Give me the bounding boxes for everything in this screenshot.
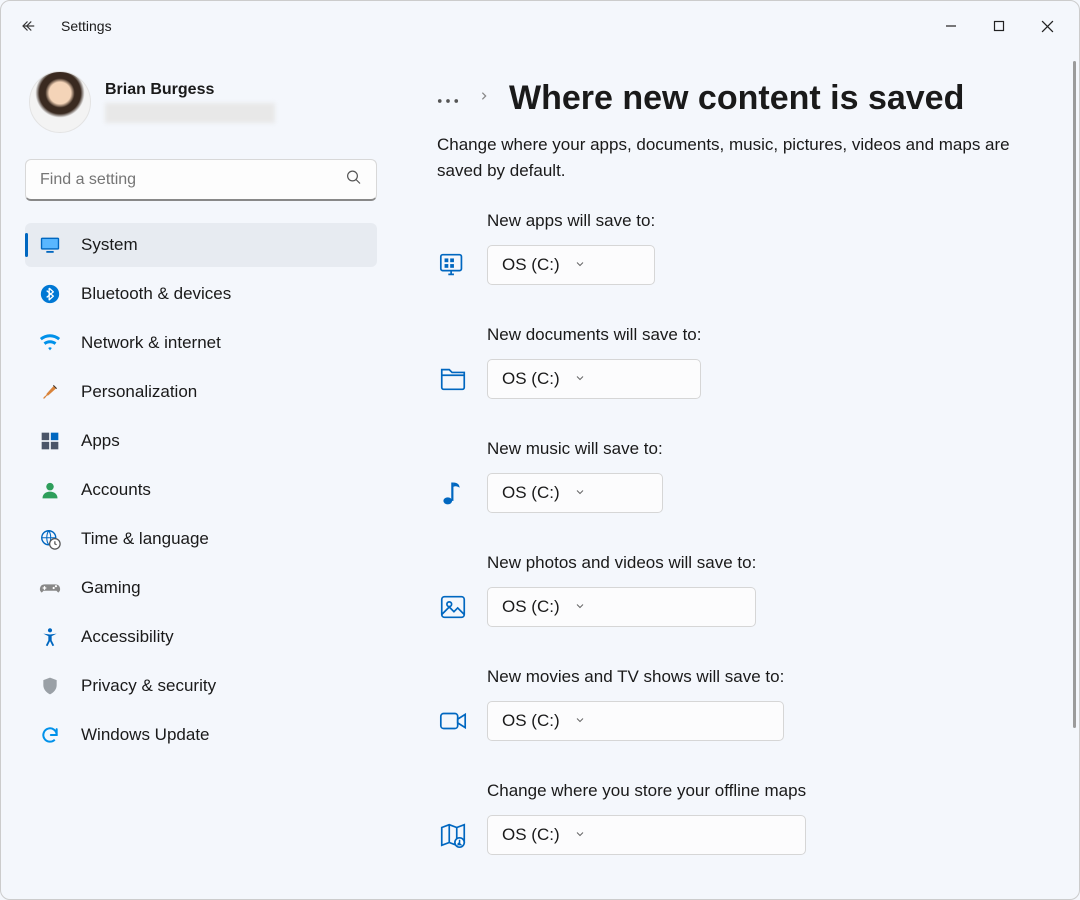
window-controls [927, 6, 1071, 46]
dropdown-value: OS (C:) [502, 483, 560, 503]
dropdown-value: OS (C:) [502, 597, 560, 617]
app-title: Settings [61, 18, 112, 34]
sidebar-item-label: Time & language [81, 529, 209, 549]
sidebar: Brian Burgess System Bluetooth & devi [1, 51, 391, 899]
sidebar-item-personalization[interactable]: Personalization [25, 370, 377, 414]
setting-label: Change where you store your offline maps [487, 781, 806, 801]
brush-icon [39, 381, 61, 403]
chevron-down-icon [574, 711, 586, 731]
shield-icon [39, 675, 61, 697]
chevron-down-icon [574, 483, 586, 503]
sidebar-item-apps[interactable]: Apps [25, 419, 377, 463]
chevron-down-icon [574, 369, 586, 389]
sidebar-item-label: Gaming [81, 578, 141, 598]
sidebar-item-bluetooth[interactable]: Bluetooth & devices [25, 272, 377, 316]
close-button[interactable] [1023, 6, 1071, 46]
search-input[interactable] [25, 159, 377, 201]
sidebar-item-label: Windows Update [81, 725, 210, 745]
photos-drive-dropdown[interactable]: OS (C:) [487, 587, 756, 627]
setting-music: New music will save to: OS (C:) [437, 439, 1033, 513]
dropdown-value: OS (C:) [502, 369, 560, 389]
maximize-icon [993, 20, 1005, 32]
page-title: Where new content is saved [509, 79, 964, 118]
dropdown-value: OS (C:) [502, 825, 560, 845]
breadcrumb-overflow-menu[interactable] [437, 87, 459, 111]
maps-drive-dropdown[interactable]: OS (C:) [487, 815, 806, 855]
sidebar-item-windows-update[interactable]: Windows Update [25, 713, 377, 757]
accessibility-icon [39, 626, 61, 648]
search-wrap [25, 159, 377, 201]
person-icon [39, 479, 61, 501]
sidebar-item-label: Personalization [81, 382, 197, 402]
setting-apps: New apps will save to: OS (C:) [437, 211, 1033, 285]
sidebar-nav: System Bluetooth & devices Network & int… [25, 223, 377, 757]
user-account-row[interactable]: Brian Burgess [25, 71, 377, 133]
sidebar-item-accessibility[interactable]: Accessibility [25, 615, 377, 659]
setting-label: New apps will save to: [487, 211, 655, 231]
folder-icon [437, 363, 469, 395]
sidebar-item-system[interactable]: System [25, 223, 377, 267]
music-note-icon [437, 477, 469, 509]
sidebar-item-label: Accessibility [81, 627, 174, 647]
chevron-down-icon [574, 825, 586, 845]
main-content: Where new content is saved Change where … [391, 51, 1079, 899]
dropdown-value: OS (C:) [502, 255, 560, 275]
setting-label: New movies and TV shows will save to: [487, 667, 784, 687]
map-icon [437, 819, 469, 851]
sidebar-item-label: Privacy & security [81, 676, 216, 696]
apps-drive-dropdown[interactable]: OS (C:) [487, 245, 655, 285]
titlebar: Settings [1, 1, 1079, 51]
setting-label: New music will save to: [487, 439, 663, 459]
sidebar-item-label: Bluetooth & devices [81, 284, 231, 304]
setting-maps: Change where you store your offline maps… [437, 781, 1033, 855]
display-icon [39, 234, 61, 256]
setting-photos: New photos and videos will save to: OS (… [437, 553, 1033, 627]
back-arrow-icon [20, 17, 38, 35]
breadcrumb: Where new content is saved [437, 79, 1033, 118]
close-icon [1041, 20, 1054, 33]
minimize-button[interactable] [927, 6, 975, 46]
sidebar-item-privacy[interactable]: Privacy & security [25, 664, 377, 708]
maximize-button[interactable] [975, 6, 1023, 46]
sidebar-item-time-language[interactable]: Time & language [25, 517, 377, 561]
avatar [29, 71, 91, 133]
user-name: Brian Burgess [105, 81, 275, 99]
picture-icon [437, 591, 469, 623]
wifi-icon [39, 332, 61, 354]
video-camera-icon [437, 705, 469, 737]
user-email-redacted [105, 103, 275, 123]
documents-drive-dropdown[interactable]: OS (C:) [487, 359, 701, 399]
sidebar-item-network[interactable]: Network & internet [25, 321, 377, 365]
sidebar-item-label: Network & internet [81, 333, 221, 353]
bluetooth-icon [39, 283, 61, 305]
chevron-down-icon [574, 597, 586, 617]
minimize-icon [945, 20, 957, 32]
apps-icon [39, 430, 61, 452]
setting-label: New documents will save to: [487, 325, 701, 345]
chevron-right-icon [479, 89, 489, 108]
scrollbar[interactable] [1071, 61, 1077, 895]
scrollbar-thumb[interactable] [1073, 61, 1076, 728]
sidebar-item-label: Apps [81, 431, 120, 451]
sidebar-item-gaming[interactable]: Gaming [25, 566, 377, 610]
back-button[interactable] [9, 6, 49, 46]
monitor-apps-icon [437, 249, 469, 281]
sidebar-item-label: System [81, 235, 138, 255]
globe-clock-icon [39, 528, 61, 550]
dropdown-value: OS (C:) [502, 711, 560, 731]
chevron-down-icon [574, 255, 586, 275]
gamepad-icon [39, 577, 61, 599]
music-drive-dropdown[interactable]: OS (C:) [487, 473, 663, 513]
movies-drive-dropdown[interactable]: OS (C:) [487, 701, 784, 741]
sidebar-item-accounts[interactable]: Accounts [25, 468, 377, 512]
setting-documents: New documents will save to: OS (C:) [437, 325, 1033, 399]
update-icon [39, 724, 61, 746]
page-description: Change where your apps, documents, music… [437, 132, 1033, 183]
setting-label: New photos and videos will save to: [487, 553, 756, 573]
setting-movies: New movies and TV shows will save to: OS… [437, 667, 1033, 741]
sidebar-item-label: Accounts [81, 480, 151, 500]
